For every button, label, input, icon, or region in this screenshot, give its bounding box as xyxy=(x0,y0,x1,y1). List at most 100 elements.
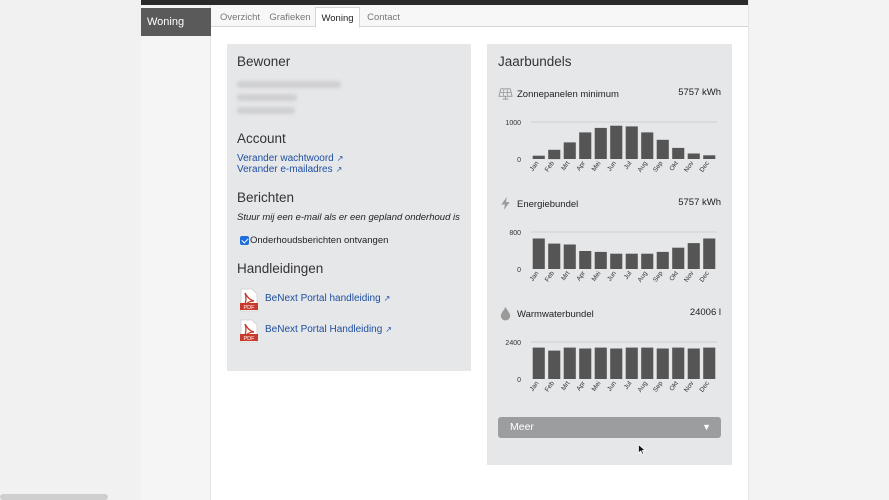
bar xyxy=(532,238,545,269)
y-tick-label: 0 xyxy=(517,157,521,164)
bar xyxy=(625,347,638,379)
maintenance-messages-checkbox[interactable] xyxy=(240,236,249,245)
bar xyxy=(672,147,685,159)
bar xyxy=(532,155,545,159)
resident-address-redacted xyxy=(237,94,297,101)
x-tick-label: Feb xyxy=(544,380,556,394)
bewoner-heading: Bewoner xyxy=(237,54,291,69)
tab-grafieken[interactable]: Grafieken xyxy=(265,7,315,28)
x-tick-label: Mei xyxy=(591,380,603,393)
bar xyxy=(563,244,576,269)
bar xyxy=(641,253,654,269)
tab-bar: Overzicht Grafieken Woning Contact xyxy=(211,5,748,28)
resident-email-redacted xyxy=(237,81,341,88)
x-tick-label: Sep xyxy=(652,270,665,284)
change-password-link[interactable]: Verander wachtwoord ↗ xyxy=(237,153,343,164)
x-tick-label: Nov xyxy=(683,270,696,284)
x-tick-label: Apr xyxy=(575,269,587,282)
bundle-chart: 2400 0 Jan Feb Mrt Apr Mei Jun Jul Aug Sep Okt Nov De… xyxy=(505,340,717,394)
pdf-icon: PDF xyxy=(240,288,258,312)
tab-overzicht[interactable]: Overzicht xyxy=(215,7,265,28)
tab-woning[interactable]: Woning xyxy=(315,7,360,28)
bundle-title: Zonnepanelen minimum xyxy=(517,89,619,100)
bundle-chart: 1000 0 Jan Feb Mrt Apr Mei Jun Jul Aug Sep Okt Nov De… xyxy=(505,120,717,174)
account-heading: Account xyxy=(237,131,286,146)
x-tick-label: Apr xyxy=(575,379,587,392)
bar xyxy=(563,347,576,379)
x-tick-label: Okt xyxy=(668,380,680,392)
x-tick-label: Dec xyxy=(699,270,712,284)
profile-panel: Bewoner Account Verander wachtwoord ↗ Ver… xyxy=(227,44,471,371)
right-column xyxy=(748,0,889,500)
y-tick-label: 2400 xyxy=(505,340,521,347)
bar xyxy=(579,251,592,269)
x-tick-label: Feb xyxy=(544,160,556,174)
x-tick-label: Apr xyxy=(575,159,587,172)
lightning-icon xyxy=(501,196,510,211)
x-tick-label: Aug xyxy=(637,270,650,284)
bar xyxy=(672,347,685,379)
manual-link-1[interactable]: BeNext Portal handleiding ↗ xyxy=(265,293,390,304)
meer-button[interactable]: Meer ▼ xyxy=(498,417,721,438)
solar-panel-icon xyxy=(498,88,513,100)
handleidingen-heading: Handleidingen xyxy=(237,261,324,276)
jaarbundels-heading: Jaarbundels xyxy=(498,54,572,69)
bar xyxy=(579,348,592,379)
tab-contact[interactable]: Contact xyxy=(361,7,406,28)
sidebar-item-woning[interactable]: Woning xyxy=(141,8,211,36)
x-tick-label: Jul xyxy=(623,160,634,171)
caret-down-icon: ▼ xyxy=(702,422,711,432)
x-tick-label: Sep xyxy=(652,380,665,394)
x-tick-label: Mrt xyxy=(560,380,571,392)
bar xyxy=(672,247,685,269)
pdf-badge: PDF xyxy=(244,305,256,311)
external-link-icon: ↗ xyxy=(383,294,391,303)
x-tick-label: Mrt xyxy=(560,270,571,282)
bar xyxy=(641,347,654,379)
x-tick-label: Mei xyxy=(591,270,603,283)
bar xyxy=(687,243,700,269)
bundle-total: 24006 l xyxy=(689,307,721,318)
pdf-icon: PDF xyxy=(240,319,258,343)
bar xyxy=(656,251,669,269)
bar xyxy=(703,238,716,269)
bar xyxy=(703,155,716,159)
x-tick-label: Feb xyxy=(544,270,556,284)
x-tick-label: Aug xyxy=(637,160,650,174)
bar xyxy=(656,139,669,159)
bar xyxy=(625,126,638,159)
bar xyxy=(687,348,700,379)
maintenance-messages-label[interactable]: Onderhoudsberichten ontvangen xyxy=(250,235,388,246)
bundle-title: Warmwaterbundel xyxy=(517,309,594,320)
bundle-title: Energiebundel xyxy=(517,199,579,210)
bundle-total: 5757 kWh xyxy=(678,87,721,98)
x-tick-label: Nov xyxy=(683,380,696,394)
x-tick-label: Nov xyxy=(683,160,696,174)
bar xyxy=(641,132,654,159)
mouse-cursor-icon xyxy=(638,444,646,455)
x-tick-label: Aug xyxy=(637,380,650,394)
x-tick-label: Dec xyxy=(699,380,712,394)
jaarbundels-panel: Jaarbundels Zonnepanelen minimum 5757 kW… xyxy=(487,44,732,465)
y-tick-label: 0 xyxy=(517,377,521,384)
bar xyxy=(610,125,623,159)
bar xyxy=(579,132,592,159)
bar xyxy=(594,251,607,269)
main-content: Overzicht Grafieken Woning Contact Bewon… xyxy=(211,5,748,500)
horizontal-scrollbar[interactable] xyxy=(0,494,108,500)
x-tick-label: Jan xyxy=(529,160,541,173)
y-tick-label: 800 xyxy=(509,230,521,237)
x-tick-label: Jun xyxy=(606,270,618,283)
bar xyxy=(610,348,623,379)
x-tick-label: Okt xyxy=(668,160,680,172)
bar xyxy=(703,347,716,379)
manual-link-2[interactable]: BeNext Portal Handleiding ↗ xyxy=(265,324,392,335)
x-tick-label: Dec xyxy=(699,160,712,174)
meer-label: Meer xyxy=(510,421,534,433)
berichten-description: Stuur mij een e-mail als er een gepland … xyxy=(237,212,460,223)
x-tick-label: Mrt xyxy=(560,160,571,172)
bundle-chart: 800 0 Jan Feb Mrt Apr Mei Jun Jul Aug Sep Okt Nov Dec xyxy=(509,230,717,284)
change-email-link[interactable]: Verander e-mailadres ↗ xyxy=(237,164,342,175)
x-tick-label: Okt xyxy=(668,270,680,282)
bundle-total: 5757 kWh xyxy=(678,197,721,208)
